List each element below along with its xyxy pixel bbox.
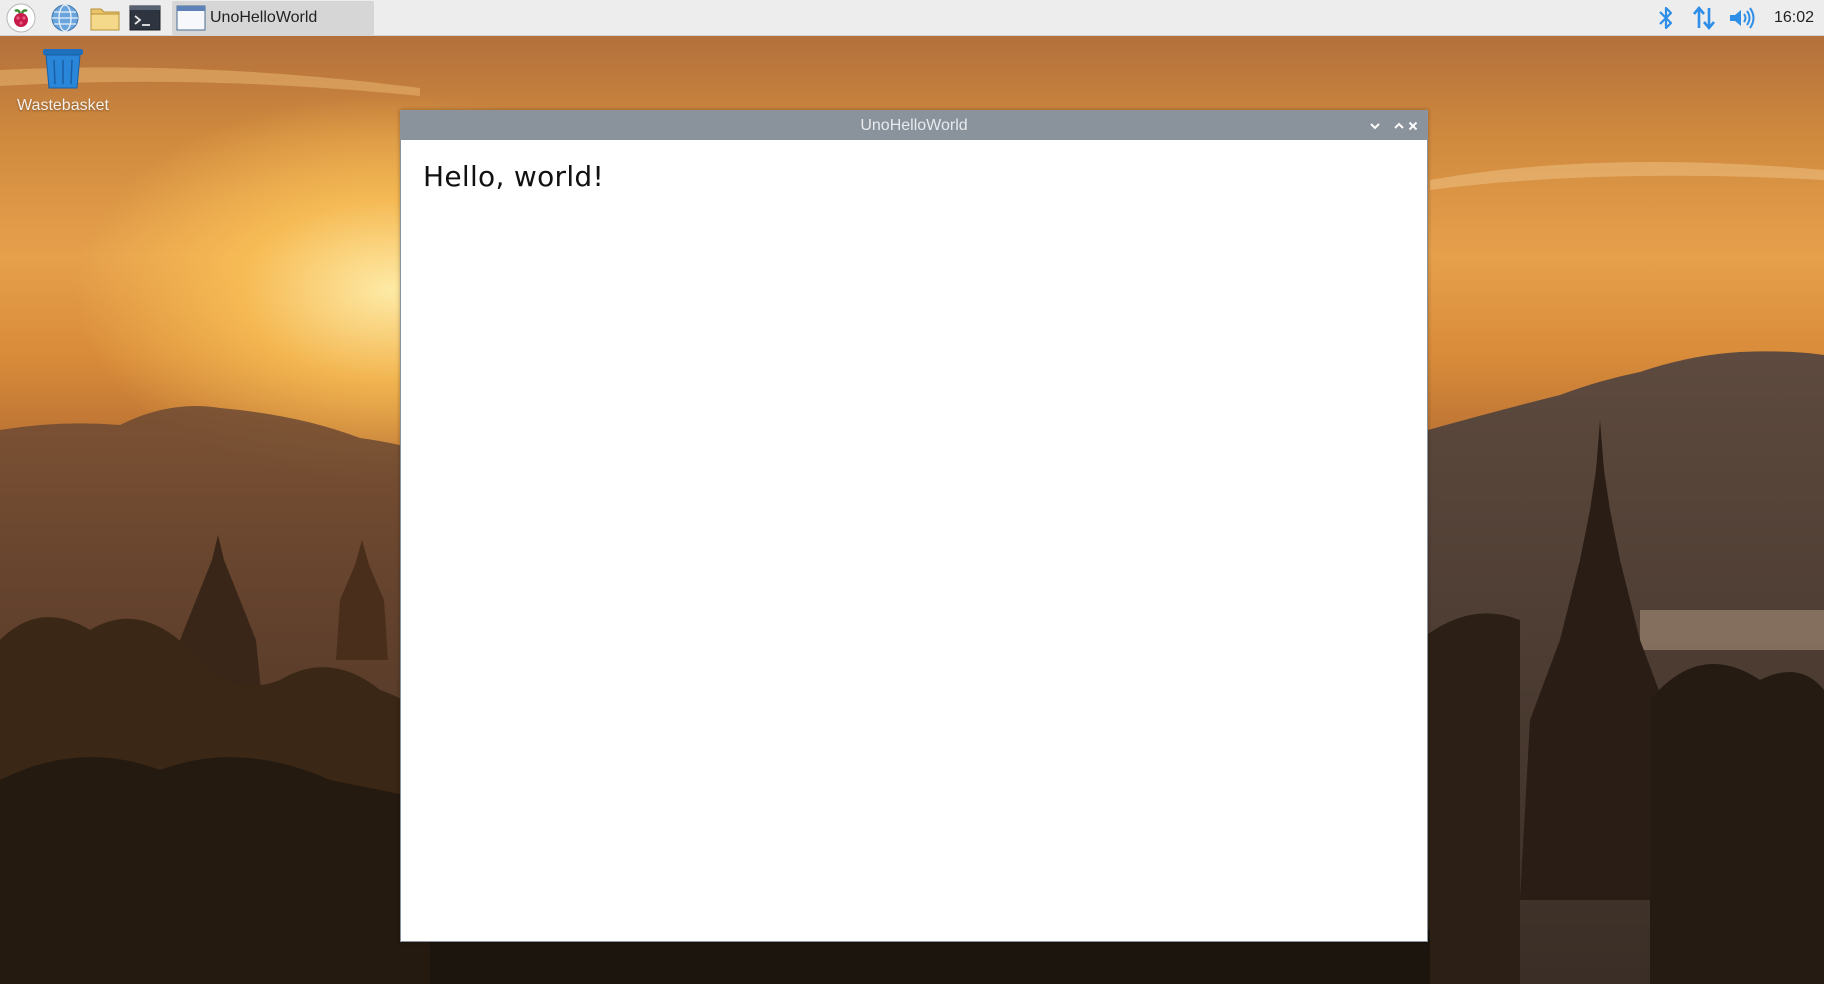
app-window: UnoHelloWorld Hello, world! (400, 110, 1428, 942)
taskbar-item-unohelloworld[interactable]: UnoHelloWorld (172, 1, 374, 35)
desktop: UnoHelloWorld 16:02 Wastebasket UnoHello… (0, 0, 1824, 984)
wastebasket-icon (40, 46, 86, 95)
hello-world-text: Hello, world! (423, 160, 604, 193)
taskbar-item-label: UnoHelloWorld (210, 9, 318, 26)
window-title: UnoHelloWorld (860, 117, 968, 134)
desktop-icon-wastebasket[interactable]: Wastebasket (8, 46, 118, 115)
volume-icon[interactable] (1728, 4, 1756, 32)
desktop-icon-label: Wastebasket (17, 97, 109, 114)
web-browser-icon[interactable] (48, 2, 82, 34)
clock[interactable]: 16:02 (1774, 0, 1814, 36)
window-icon (176, 4, 206, 32)
terminal-icon[interactable] (128, 2, 162, 34)
window-content: Hello, world! (401, 140, 1427, 213)
window-titlebar[interactable]: UnoHelloWorld (401, 111, 1427, 140)
close-icon (1408, 121, 1418, 131)
top-panel: UnoHelloWorld 16:02 (0, 0, 1824, 36)
close-button[interactable] (1403, 116, 1423, 136)
bluetooth-icon[interactable] (1652, 4, 1680, 32)
raspberry-menu-icon[interactable] (4, 2, 38, 34)
chevron-down-icon (1370, 123, 1380, 130)
network-icon[interactable] (1690, 4, 1718, 32)
file-manager-icon[interactable] (88, 2, 122, 34)
minimize-button[interactable] (1365, 116, 1385, 136)
